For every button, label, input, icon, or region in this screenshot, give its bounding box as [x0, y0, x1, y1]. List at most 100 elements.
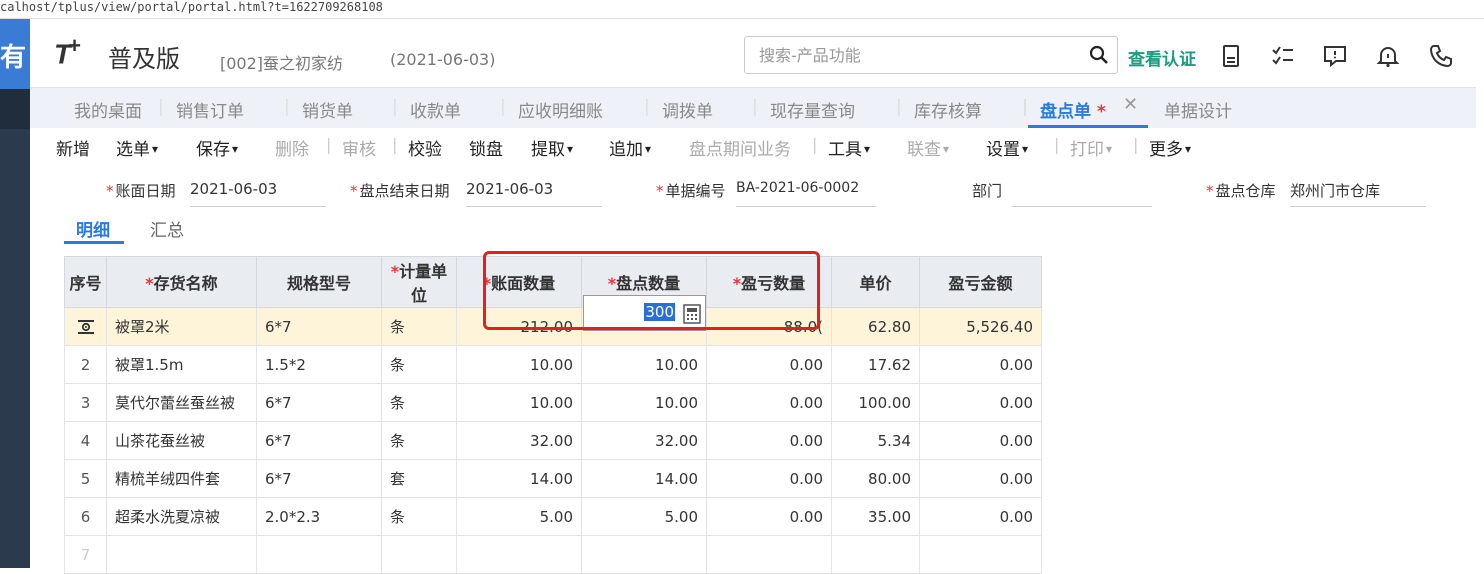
spec-cell[interactable]: 6*7 [256, 421, 382, 460]
price-cell[interactable]: 5.34 [831, 421, 920, 460]
select-button[interactable]: 选单 ▾ [116, 135, 158, 160]
count-qty-cell[interactable]: 10.00 [581, 345, 707, 384]
warehouse-field[interactable]: 郑州门市仓库 [1290, 180, 1426, 207]
tab-sales-order[interactable]: 销售订单 [158, 97, 244, 122]
delete-button[interactable]: 删除 [275, 135, 309, 160]
diff-qty-cell[interactable]: 0.00 [706, 459, 832, 498]
book-qty-cell[interactable]: 14.00 [456, 459, 582, 498]
col-header[interactable]: 序号 [64, 256, 107, 308]
book-qty-cell[interactable]: 10.00 [456, 383, 582, 422]
bell-icon[interactable] [1375, 43, 1401, 69]
table-row[interactable]: 6 超柔水洗夏凉被 2.0*2.3 条 5.00 5.00 0.00 35.00… [64, 497, 1042, 536]
count-qty-cell[interactable]: 10.00 [581, 383, 707, 422]
col-header[interactable]: *账面数量 [456, 256, 582, 308]
col-header[interactable]: 单价 [831, 256, 920, 308]
unit-cell[interactable]: 套 [381, 459, 457, 498]
message-icon[interactable] [1322, 43, 1348, 69]
price-cell[interactable]: 17.62 [831, 345, 920, 384]
tab-stocktake[interactable]: 盘点单 * [1022, 97, 1106, 122]
save-button[interactable]: 保存 ▾ [196, 135, 238, 160]
tab-detail[interactable]: 明细 [76, 216, 110, 241]
settings-button[interactable]: 设置 ▾ [986, 135, 1028, 160]
append-button[interactable]: 追加 ▾ [609, 135, 651, 160]
amount-cell[interactable]: 0.00 [919, 421, 1042, 460]
spec-cell[interactable]: 1.5*2 [256, 345, 382, 384]
end-date-field[interactable]: 2021-06-03 [466, 180, 602, 207]
unit-cell[interactable]: 条 [381, 421, 457, 460]
search-box[interactable] [744, 36, 1118, 74]
diff-qty-cell[interactable]: 0.00 [706, 497, 832, 536]
price-cell[interactable]: 80.00 [831, 459, 920, 498]
unit-cell[interactable]: 条 [381, 345, 457, 384]
document-icon[interactable] [1218, 43, 1244, 69]
search-icon[interactable] [1089, 45, 1109, 65]
item-name-cell[interactable]: 被罩1.5m [106, 345, 257, 384]
amount-cell[interactable]: 5,526.40 [919, 307, 1042, 346]
tab-my-desktop[interactable]: 我的桌面 [74, 97, 142, 122]
amount-cell[interactable]: 0.00 [919, 497, 1042, 536]
tab-transfer[interactable]: 调拨单 [644, 97, 713, 122]
calculator-icon[interactable] [683, 304, 701, 324]
tab-receivable-detail[interactable]: 应收明细账 [500, 97, 603, 122]
spec-cell[interactable]: 6*7 [256, 383, 382, 422]
table-row[interactable]: 4 山茶花蚕丝被 6*7 条 32.00 32.00 0.00 5.34 0.0… [64, 421, 1042, 460]
tools-button[interactable]: 工具 ▾ [828, 135, 870, 160]
col-header[interactable]: 规格型号 [256, 256, 382, 308]
new-button[interactable]: 新增 [56, 135, 90, 160]
count-qty-selected-value[interactable]: 300 [644, 303, 675, 321]
link-query-button[interactable]: 联查 ▾ [907, 135, 949, 160]
print-button[interactable]: 打印 ▾ [1070, 135, 1112, 160]
verify-button[interactable]: 校验 [408, 135, 442, 160]
row-settings-cell[interactable] [64, 307, 107, 346]
close-tab-icon[interactable]: ✕ [1123, 94, 1138, 115]
diff-qty-cell[interactable]: 0.00 [706, 383, 832, 422]
table-row[interactable]: 2 被罩1.5m 1.5*2 条 10.00 10.00 0.00 17.62 … [64, 345, 1042, 384]
item-name-cell[interactable]: 被罩2米 [106, 307, 257, 346]
period-business-button[interactable]: 盘点期间业务 [689, 135, 791, 160]
amount-cell[interactable]: 0.00 [919, 383, 1042, 422]
count-qty-cell[interactable]: 14.00 [581, 459, 707, 498]
tab-doc-design[interactable]: 单据设计 [1164, 97, 1232, 122]
book-date-field[interactable]: 2021-06-03 [190, 180, 326, 207]
row-settings-icon[interactable] [77, 319, 95, 335]
col-header[interactable]: 盈亏金额 [919, 256, 1042, 308]
checklist-icon[interactable] [1270, 43, 1296, 69]
extract-button[interactable]: 提取 ▾ [531, 135, 573, 160]
phone-icon[interactable] [1428, 43, 1454, 69]
amount-cell[interactable]: 0.00 [919, 345, 1042, 384]
book-qty-cell[interactable]: 5.00 [456, 497, 582, 536]
book-qty-cell[interactable]: 10.00 [456, 345, 582, 384]
unit-cell[interactable]: 条 [381, 383, 457, 422]
count-qty-cell[interactable]: 5.00 [581, 497, 707, 536]
doc-no-field[interactable]: BA-2021-06-0002 [736, 180, 876, 207]
table-row[interactable]: 被罩2米 6*7 条 212.00 88.0( 62.80 5,526.40 [64, 307, 1042, 346]
count-qty-editor[interactable]: 300 [583, 295, 706, 331]
col-header[interactable]: *盈亏数量 [706, 256, 832, 308]
tab-stock-query[interactable]: 现存量查询 [752, 97, 855, 122]
unit-cell[interactable]: 条 [381, 307, 457, 346]
table-row[interactable]: 3 莫代尔蕾丝蚕丝被 6*7 条 10.00 10.00 0.00 100.00… [64, 383, 1042, 422]
dept-field[interactable] [1012, 180, 1152, 207]
tab-sales-slip[interactable]: 销货单 [284, 97, 353, 122]
item-name-cell[interactable]: 精梳羊绒四件套 [106, 459, 257, 498]
price-cell[interactable]: 62.80 [831, 307, 920, 346]
sidebar-active-block[interactable]: 有 [0, 19, 30, 89]
price-cell[interactable]: 35.00 [831, 497, 920, 536]
col-header[interactable]: *计量单位 [381, 256, 457, 308]
price-cell[interactable]: 100.00 [831, 383, 920, 422]
spec-cell[interactable]: 6*7 [256, 459, 382, 498]
diff-qty-cell[interactable]: 0.00 [706, 345, 832, 384]
audit-button[interactable]: 审核 [342, 135, 376, 160]
tab-inventory-accounting[interactable]: 库存核算 [896, 97, 982, 122]
unit-cell[interactable]: 条 [381, 497, 457, 536]
item-name-cell[interactable]: 超柔水洗夏凉被 [106, 497, 257, 536]
tab-receipt[interactable]: 收款单 [392, 97, 461, 122]
spec-cell[interactable]: 2.0*2.3 [256, 497, 382, 536]
diff-qty-cell[interactable]: 88.0( [706, 307, 832, 346]
table-row[interactable]: 5 精梳羊绒四件套 6*7 套 14.00 14.00 0.00 80.00 0… [64, 459, 1042, 498]
diff-qty-cell[interactable]: 0.00 [706, 421, 832, 460]
tab-summary[interactable]: 汇总 [150, 216, 184, 241]
count-qty-cell[interactable]: 32.00 [581, 421, 707, 460]
verify-link[interactable]: 查看认证 [1128, 45, 1196, 70]
lock-button[interactable]: 锁盘 [469, 135, 503, 160]
